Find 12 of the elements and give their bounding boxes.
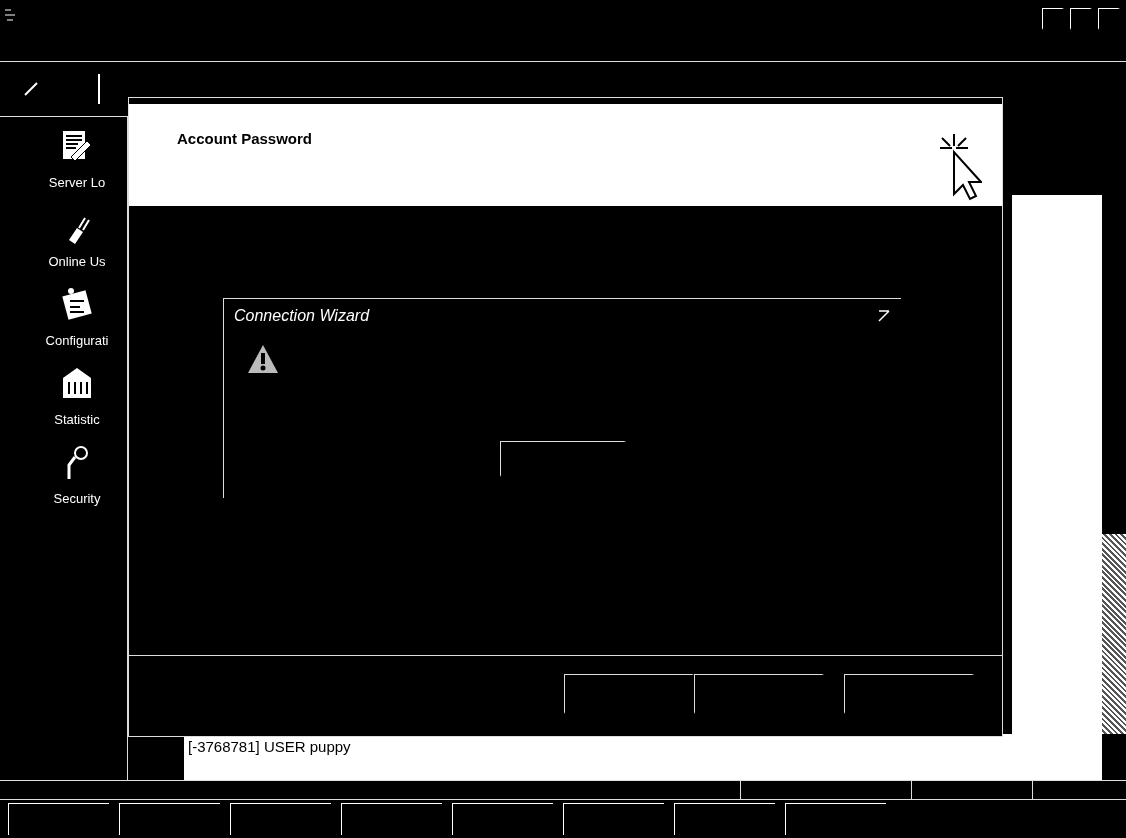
dialog-title: Account Password bbox=[177, 130, 313, 149]
sidebar-item[interactable]: Statistic bbox=[27, 364, 127, 427]
warning-icon bbox=[246, 343, 280, 375]
log-line: [-3768781] USER puppy bbox=[188, 738, 352, 755]
scrollbar[interactable] bbox=[1100, 195, 1126, 734]
message-title: Connection Wizard bbox=[234, 307, 370, 325]
sidebar-item[interactable]: Security bbox=[27, 443, 127, 506]
sidebar-item[interactable]: Online Us bbox=[27, 206, 127, 269]
sidebar-item[interactable]: Server Lo bbox=[27, 127, 127, 190]
dialog-button[interactable] bbox=[564, 674, 694, 714]
pen-icon[interactable] bbox=[24, 82, 38, 96]
sidebar-item[interactable]: Configurati bbox=[27, 285, 127, 348]
